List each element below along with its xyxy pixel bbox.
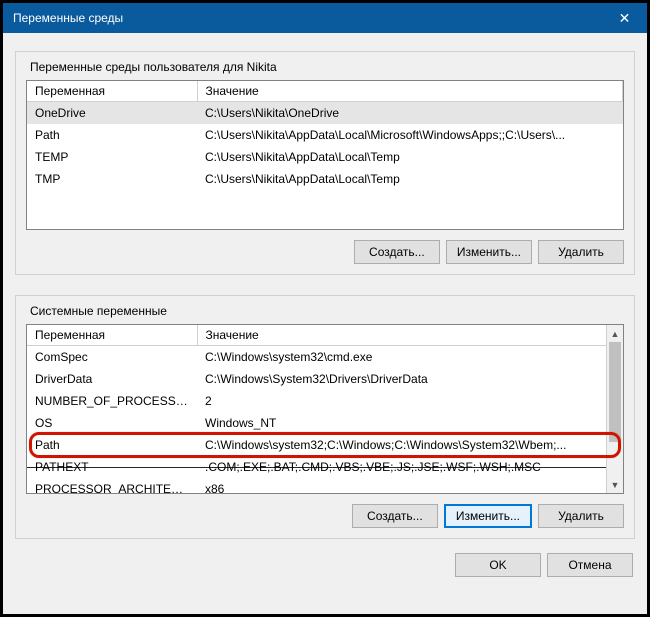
close-icon: ✕	[619, 10, 631, 27]
table-row[interactable]: OneDrive C:\Users\Nikita\OneDrive	[27, 102, 623, 125]
user-group-title: Переменные среды пользователя для Nikita	[26, 60, 281, 74]
user-col-name[interactable]: Переменная	[27, 81, 197, 102]
table-row[interactable]: OS Windows_NT	[27, 412, 623, 434]
table-row[interactable]: Path C:\Users\Nikita\AppData\Local\Micro…	[27, 124, 623, 146]
table-row-path[interactable]: Path C:\Windows\system32;C:\Windows;C:\W…	[27, 434, 623, 456]
cell-name: OS	[27, 412, 197, 434]
cell-value: C:\Users\Nikita\AppData\Local\Microsoft\…	[197, 124, 623, 146]
system-col-name[interactable]: Переменная	[27, 325, 197, 346]
system-scrollbar[interactable]: ▲ ▼	[606, 325, 623, 493]
table-row[interactable]: TEMP C:\Users\Nikita\AppData\Local\Temp	[27, 146, 623, 168]
titlebar: Переменные среды ✕	[3, 3, 647, 33]
scroll-up-icon[interactable]: ▲	[607, 325, 623, 342]
cell-value: .COM;.EXE;.BAT;.CMD;.VBS;.VBE;.JS;.JSE;.…	[197, 456, 623, 478]
system-group-title: Системные переменные	[26, 304, 171, 318]
system-create-button[interactable]: Создать...	[352, 504, 438, 528]
user-delete-button[interactable]: Удалить	[538, 240, 624, 264]
cell-name: PROCESSOR_ARCHITECTURE	[27, 478, 197, 494]
window-title: Переменные среды	[13, 11, 123, 25]
table-row[interactable]: ComSpec C:\Windows\system32\cmd.exe	[27, 346, 623, 369]
user-variables-table[interactable]: Переменная Значение OneDrive C:\Users\Ni…	[26, 80, 624, 230]
scroll-down-icon[interactable]: ▼	[607, 476, 623, 493]
cell-value: Windows_NT	[197, 412, 623, 434]
user-edit-button[interactable]: Изменить...	[446, 240, 532, 264]
table-row[interactable]: DriverData C:\Windows\System32\Drivers\D…	[27, 368, 623, 390]
system-delete-button[interactable]: Удалить	[538, 504, 624, 528]
close-button[interactable]: ✕	[602, 3, 647, 33]
cell-name: Path	[27, 434, 197, 456]
table-row[interactable]: PATHEXT .COM;.EXE;.BAT;.CMD;.VBS;.VBE;.J…	[27, 456, 623, 478]
cell-value: x86	[197, 478, 623, 494]
table-row[interactable]: TMP C:\Users\Nikita\AppData\Local\Temp	[27, 168, 623, 190]
cell-value: C:\Users\Nikita\OneDrive	[197, 102, 623, 125]
user-col-value[interactable]: Значение	[197, 81, 623, 102]
system-variables-group: Системные переменные Переменная Значение…	[15, 295, 635, 539]
ok-button[interactable]: OK	[455, 553, 541, 577]
cell-name: ComSpec	[27, 346, 197, 369]
table-row[interactable]: PROCESSOR_ARCHITECTURE x86	[27, 478, 623, 494]
cell-name: NUMBER_OF_PROCESSORS	[27, 390, 197, 412]
cell-name: TMP	[27, 168, 197, 190]
cell-value: C:\Windows\system32\cmd.exe	[197, 346, 623, 369]
dialog-buttons: OK Отмена	[15, 547, 635, 577]
user-create-button[interactable]: Создать...	[354, 240, 440, 264]
system-buttons: Создать... Изменить... Удалить	[26, 504, 624, 528]
cancel-button[interactable]: Отмена	[547, 553, 633, 577]
cell-value: 2	[197, 390, 623, 412]
cell-value: C:\Windows\system32;C:\Windows;C:\Window…	[197, 434, 623, 456]
cell-name: PATHEXT	[27, 456, 197, 478]
system-variables-table[interactable]: Переменная Значение ComSpec C:\Windows\s…	[26, 324, 624, 494]
cell-name: TEMP	[27, 146, 197, 168]
system-col-value[interactable]: Значение	[197, 325, 623, 346]
table-row[interactable]: NUMBER_OF_PROCESSORS 2	[27, 390, 623, 412]
cell-value: C:\Users\Nikita\AppData\Local\Temp	[197, 146, 623, 168]
user-buttons: Создать... Изменить... Удалить	[26, 240, 624, 264]
cell-value: C:\Users\Nikita\AppData\Local\Temp	[197, 168, 623, 190]
dialog-content: Переменные среды пользователя для Nikita…	[3, 33, 647, 614]
cell-value: C:\Windows\System32\Drivers\DriverData	[197, 368, 623, 390]
cell-name: DriverData	[27, 368, 197, 390]
cell-name: OneDrive	[27, 102, 197, 125]
user-variables-group: Переменные среды пользователя для Nikita…	[15, 51, 635, 275]
scroll-thumb[interactable]	[609, 342, 621, 442]
cell-name: Path	[27, 124, 197, 146]
system-edit-button[interactable]: Изменить...	[444, 504, 532, 528]
